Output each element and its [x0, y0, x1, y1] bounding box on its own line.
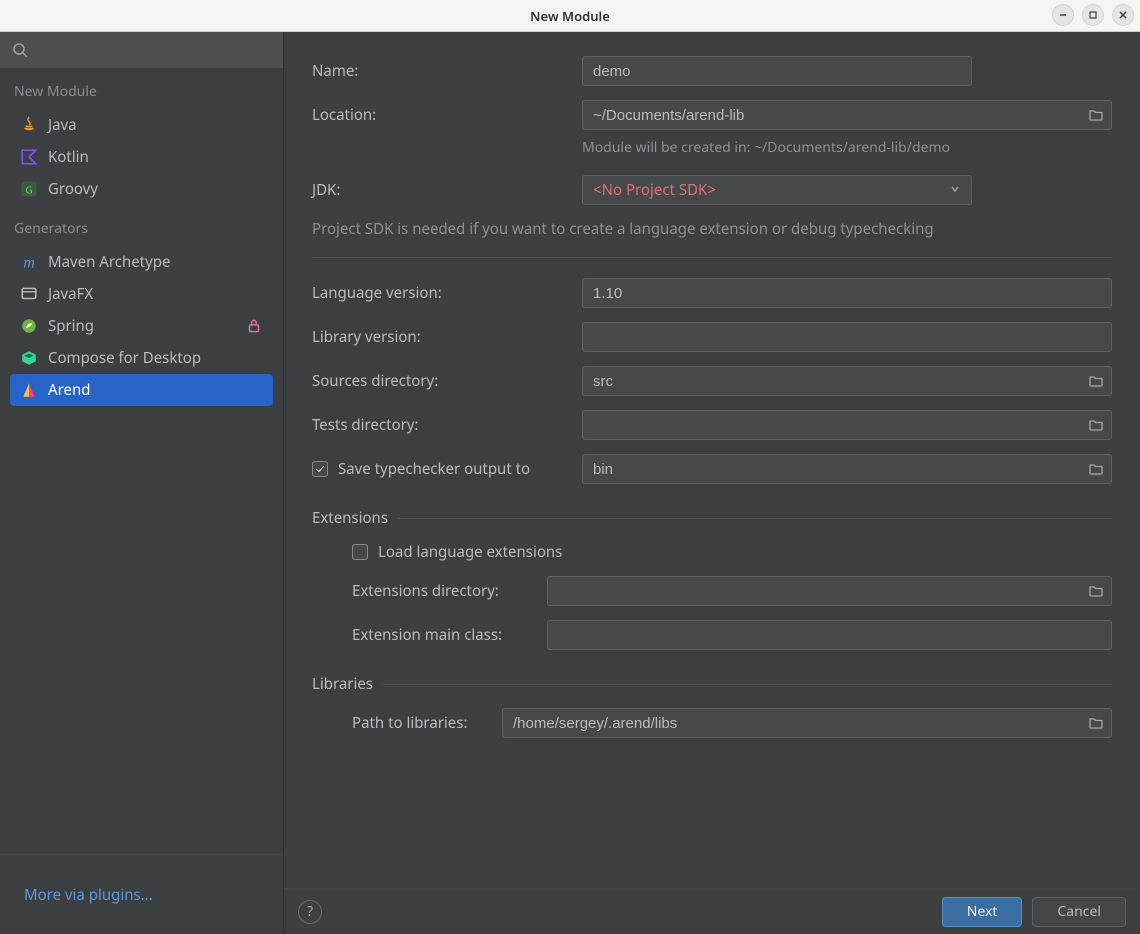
- maven-icon: m: [20, 253, 38, 271]
- new-module-dialog: New Module New Module: [0, 0, 1140, 934]
- lang-version-input[interactable]: [583, 279, 1111, 307]
- lang-version-label: Language version:: [312, 283, 582, 303]
- main-panel: Name: Location: Module will be created i…: [284, 32, 1140, 934]
- sidebar-item-spring[interactable]: Spring: [10, 310, 273, 342]
- libraries-group-label: Libraries: [312, 674, 373, 694]
- folder-icon: [1088, 107, 1104, 123]
- section-header-generators: Generators: [0, 205, 283, 246]
- sidebar: New Module Java Kotlin G: [0, 32, 284, 934]
- sidebar-label: Java: [48, 115, 77, 135]
- minimize-button[interactable]: [1052, 4, 1074, 26]
- name-input[interactable]: [582, 56, 972, 86]
- name-label: Name:: [312, 61, 582, 81]
- cancel-button[interactable]: Cancel: [1032, 897, 1126, 927]
- search-icon: [12, 42, 28, 58]
- window-title: New Module: [0, 7, 1140, 25]
- sidebar-item-java[interactable]: Java: [10, 109, 273, 141]
- load-extensions-label: Load language extensions: [378, 542, 562, 562]
- tests-dir-label: Tests directory:: [312, 415, 582, 435]
- sidebar-label: Compose for Desktop: [48, 348, 201, 368]
- sidebar-label: Spring: [48, 316, 94, 336]
- folder-icon: [1088, 373, 1104, 389]
- ext-dir-input[interactable]: [548, 577, 1081, 605]
- chevron-down-icon: [949, 180, 961, 200]
- lib-version-input[interactable]: [583, 323, 1111, 351]
- path-libs-input[interactable]: [503, 709, 1081, 737]
- minimize-icon: [1058, 10, 1068, 20]
- spring-icon: [20, 317, 38, 335]
- search-row[interactable]: [0, 32, 283, 68]
- location-input[interactable]: [583, 101, 1081, 129]
- jdk-label: JDK:: [312, 180, 582, 200]
- folder-icon: [1088, 715, 1104, 731]
- sidebar-item-compose-desktop[interactable]: Compose for Desktop: [10, 342, 273, 374]
- separator: [312, 257, 1112, 258]
- section-header-new-module: New Module: [0, 68, 283, 109]
- load-extensions-checkbox[interactable]: [352, 544, 368, 560]
- compose-icon: [20, 349, 38, 367]
- sidebar-label: JavaFX: [48, 284, 93, 304]
- help-button[interactable]: ?: [298, 900, 322, 924]
- folder-icon: [1088, 417, 1104, 433]
- tests-dir-input[interactable]: [583, 411, 1081, 439]
- location-hint: Module will be created in: ~/Documents/a…: [312, 138, 1112, 157]
- browse-location-button[interactable]: [1081, 107, 1111, 123]
- save-typecheck-input[interactable]: [583, 455, 1081, 483]
- window-controls: [1052, 4, 1134, 26]
- sidebar-item-javafx[interactable]: JavaFX: [10, 278, 273, 310]
- maximize-button[interactable]: [1082, 4, 1104, 26]
- sidebar-label: Kotlin: [48, 147, 89, 167]
- sources-dir-label: Sources directory:: [312, 371, 582, 391]
- groovy-icon: G: [20, 180, 38, 198]
- sidebar-footer: More via plugins...: [0, 854, 283, 934]
- browse-ext-dir-button[interactable]: [1081, 583, 1111, 599]
- folder-icon: [1088, 461, 1104, 477]
- browse-path-libs-button[interactable]: [1081, 715, 1111, 731]
- browse-tests-button[interactable]: [1081, 417, 1111, 433]
- lib-version-label: Library version:: [312, 327, 582, 347]
- extensions-group-label: Extensions: [312, 508, 388, 528]
- sidebar-label: Groovy: [48, 179, 98, 199]
- lock-icon: [245, 317, 263, 335]
- kotlin-icon: [20, 148, 38, 166]
- ext-main-class-input[interactable]: [548, 621, 1111, 649]
- sidebar-item-groovy[interactable]: G Groovy: [10, 173, 273, 205]
- dialog-footer: ? Next Cancel: [284, 888, 1140, 934]
- javafx-icon: [20, 285, 38, 303]
- next-button[interactable]: Next: [942, 897, 1023, 927]
- arend-icon: [20, 381, 38, 399]
- location-label: Location:: [312, 105, 582, 125]
- sidebar-item-arend[interactable]: Arend: [10, 374, 273, 406]
- java-icon: [20, 116, 38, 134]
- maximize-icon: [1088, 10, 1098, 20]
- jdk-value: <No Project SDK>: [593, 180, 716, 200]
- sidebar-label: Maven Archetype: [48, 252, 170, 272]
- ext-dir-label: Extensions directory:: [352, 581, 547, 601]
- path-libs-label: Path to libraries:: [352, 713, 502, 733]
- svg-text:m: m: [23, 255, 34, 271]
- browse-sources-button[interactable]: [1081, 373, 1111, 389]
- svg-text:G: G: [25, 183, 32, 197]
- jdk-select[interactable]: <No Project SDK>: [582, 175, 972, 205]
- browse-typecheck-output-button[interactable]: [1081, 461, 1111, 477]
- more-plugins-link[interactable]: More via plugins...: [24, 885, 153, 905]
- sidebar-label: Arend: [48, 380, 90, 400]
- close-icon: [1118, 10, 1128, 20]
- sidebar-item-maven-archetype[interactable]: m Maven Archetype: [10, 246, 273, 278]
- ext-main-class-label: Extension main class:: [352, 625, 547, 645]
- save-typecheck-label: Save typechecker output to: [338, 459, 530, 479]
- jdk-hint: Project SDK is needed if you want to cre…: [312, 219, 1112, 239]
- close-button[interactable]: [1112, 4, 1134, 26]
- sources-dir-input[interactable]: [583, 367, 1081, 395]
- save-typecheck-checkbox[interactable]: [312, 461, 328, 477]
- folder-icon: [1088, 583, 1104, 599]
- titlebar: New Module: [0, 0, 1140, 32]
- sidebar-item-kotlin[interactable]: Kotlin: [10, 141, 273, 173]
